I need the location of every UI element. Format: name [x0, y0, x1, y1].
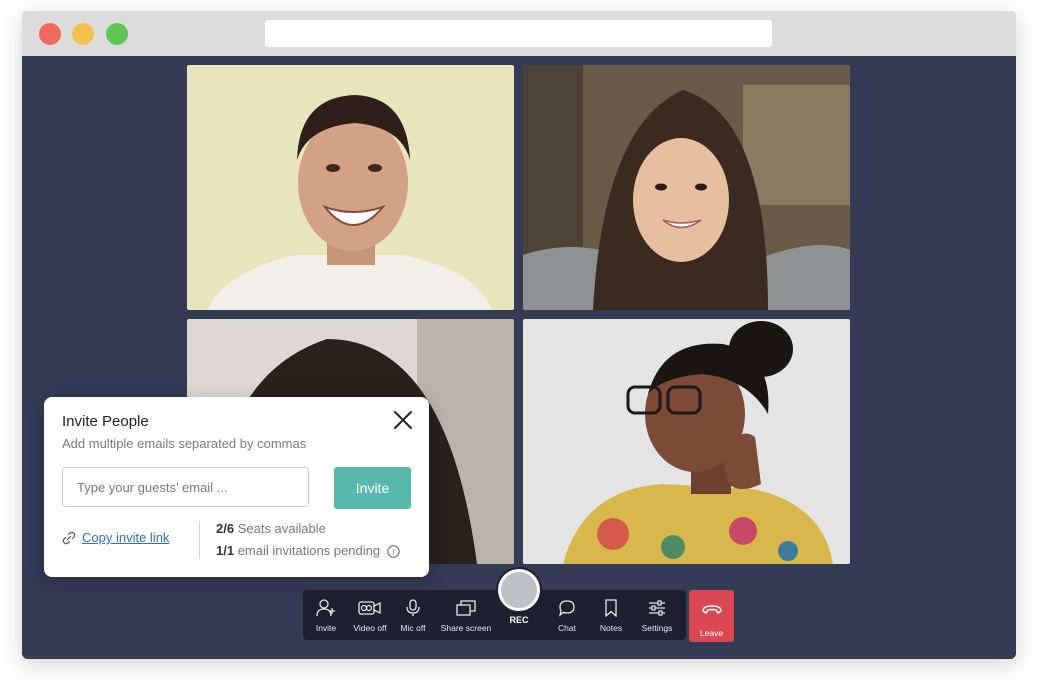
record-button[interactable]: REC: [498, 569, 540, 629]
share-screen-button[interactable]: Share screen: [441, 590, 491, 640]
video-off-label: Video off: [353, 623, 387, 633]
record-icon: [498, 569, 540, 611]
sliders-icon: [649, 600, 665, 616]
address-bar[interactable]: [265, 20, 772, 47]
invite-button[interactable]: Invite: [334, 467, 411, 509]
mic-off-button[interactable]: Mic off: [398, 590, 428, 640]
bookmark-icon: [605, 599, 617, 617]
chat-button[interactable]: Chat: [554, 590, 580, 640]
video-camera-icon: [358, 601, 381, 615]
divider: [199, 521, 200, 559]
pending-count: 1/1: [216, 543, 235, 558]
notes-button[interactable]: Notes: [598, 590, 624, 640]
mic-off-label: Mic off: [400, 623, 426, 633]
notes-label: Notes: [599, 623, 623, 633]
participant-video-4[interactable]: [523, 319, 850, 564]
chat-bubble-icon: [558, 600, 575, 617]
record-label: REC: [509, 615, 529, 625]
participant-video-man-smiling: [187, 65, 514, 310]
invite-tool-label: Invite: [315, 623, 337, 633]
add-person-icon: [316, 599, 335, 617]
share-screen-icon: [456, 600, 476, 616]
microphone-icon: [406, 599, 420, 616]
video-stage: Invite People Add multiple emails separa…: [22, 56, 1016, 659]
seats-available: 2/6 Seats available: [216, 521, 326, 536]
leave-call-button[interactable]: Leave: [689, 590, 734, 642]
svg-text:i: i: [392, 548, 394, 557]
close-window-button[interactable]: [39, 23, 61, 45]
participant-video-woman-smiling: [523, 65, 850, 310]
share-screen-label: Share screen: [440, 623, 492, 633]
browser-window: Invite People Add multiple emails separa…: [22, 11, 1016, 659]
video-off-button[interactable]: Video off: [351, 590, 389, 640]
info-icon[interactable]: i: [386, 545, 400, 558]
seats-label: Seats available: [234, 521, 326, 536]
leave-label: Leave: [699, 628, 724, 638]
participant-video-1[interactable]: [187, 65, 514, 310]
participant-video-woman-glasses: [523, 319, 850, 564]
copy-invite-link-text[interactable]: Copy invite link: [82, 530, 169, 545]
pending-label: email invitations pending: [234, 543, 381, 558]
invite-people-dialog: Invite People Add multiple emails separa…: [44, 397, 429, 577]
link-icon: [62, 531, 76, 544]
settings-button[interactable]: Settings: [639, 590, 675, 640]
invite-subtitle: Add multiple emails separated by commas: [62, 436, 307, 451]
participant-video-2[interactable]: [523, 65, 850, 310]
guest-email-input[interactable]: [62, 467, 309, 507]
invite-tool-button[interactable]: Invite: [313, 590, 339, 640]
copy-invite-link[interactable]: Copy invite link: [62, 530, 169, 545]
invitations-pending: 1/1 email invitations pending i: [216, 543, 400, 558]
minimize-window-button[interactable]: [72, 23, 94, 45]
settings-label: Settings: [641, 623, 673, 633]
call-toolbar: Invite Video off Mic off Share screen Ch…: [303, 590, 686, 640]
close-icon[interactable]: [392, 409, 414, 431]
chat-label: Chat: [558, 623, 576, 633]
maximize-window-button[interactable]: [106, 23, 128, 45]
hang-up-phone-icon: [701, 605, 722, 614]
seats-count: 2/6: [216, 521, 235, 536]
invite-title: Invite People: [62, 413, 149, 430]
title-bar: [22, 11, 1016, 56]
